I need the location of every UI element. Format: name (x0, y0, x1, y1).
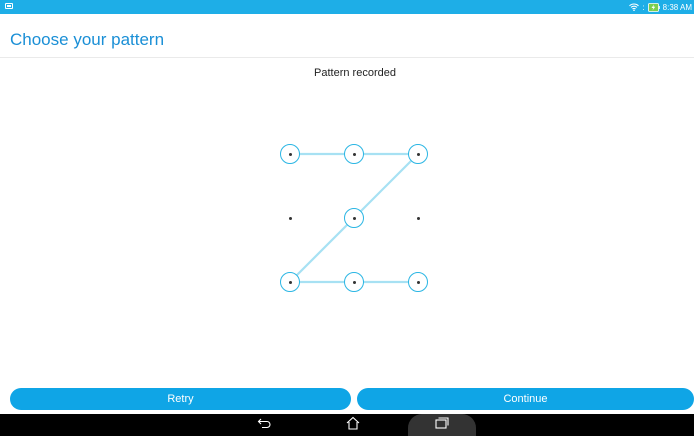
pattern-dot-center (352, 216, 356, 220)
pattern-dot-center (416, 152, 420, 156)
pattern-status-message: Pattern recorded (314, 67, 396, 79)
navigation-bar (0, 414, 694, 436)
pattern-dot-center (352, 280, 356, 284)
battery-charging-icon (647, 2, 660, 12)
status-bar: : 8:38 AM (0, 0, 694, 14)
pattern-dot-7[interactable] (280, 272, 300, 292)
pattern-dot-2[interactable] (344, 144, 364, 164)
pattern-lock-grid[interactable] (270, 136, 440, 300)
continue-button[interactable]: Continue (357, 388, 694, 410)
header-divider (0, 57, 694, 58)
pattern-dot-center (288, 280, 292, 284)
recent-apps-button[interactable] (408, 414, 476, 436)
pattern-dot-8[interactable] (344, 272, 364, 292)
pattern-dot-1[interactable] (280, 144, 300, 164)
pattern-dot-6[interactable] (408, 208, 428, 228)
status-bar-right: : 8:38 AM (629, 0, 692, 14)
screen: : 8:38 AM Choose your pattern Pattern re… (0, 0, 694, 436)
back-button[interactable] (250, 414, 280, 436)
app-notification-icon (5, 3, 13, 9)
status-separator: : (642, 2, 645, 12)
pattern-dot-5[interactable] (344, 208, 364, 228)
pattern-dot-center (416, 280, 420, 284)
retry-button[interactable]: Retry (10, 388, 351, 410)
pattern-dot-9[interactable] (408, 272, 428, 292)
pattern-dot-center (416, 216, 420, 220)
page-title: Choose your pattern (10, 30, 165, 49)
status-time: 8:38 AM (662, 2, 692, 12)
home-icon (345, 416, 361, 435)
pattern-dot-center (288, 152, 292, 156)
pattern-dot-4[interactable] (280, 208, 300, 228)
wifi-icon (629, 3, 640, 11)
recent-apps-icon (434, 416, 450, 435)
pattern-dot-center (288, 216, 292, 220)
home-button[interactable] (338, 414, 368, 436)
back-icon (257, 416, 273, 434)
pattern-dot-3[interactable] (408, 144, 428, 164)
pattern-dot-center (352, 152, 356, 156)
